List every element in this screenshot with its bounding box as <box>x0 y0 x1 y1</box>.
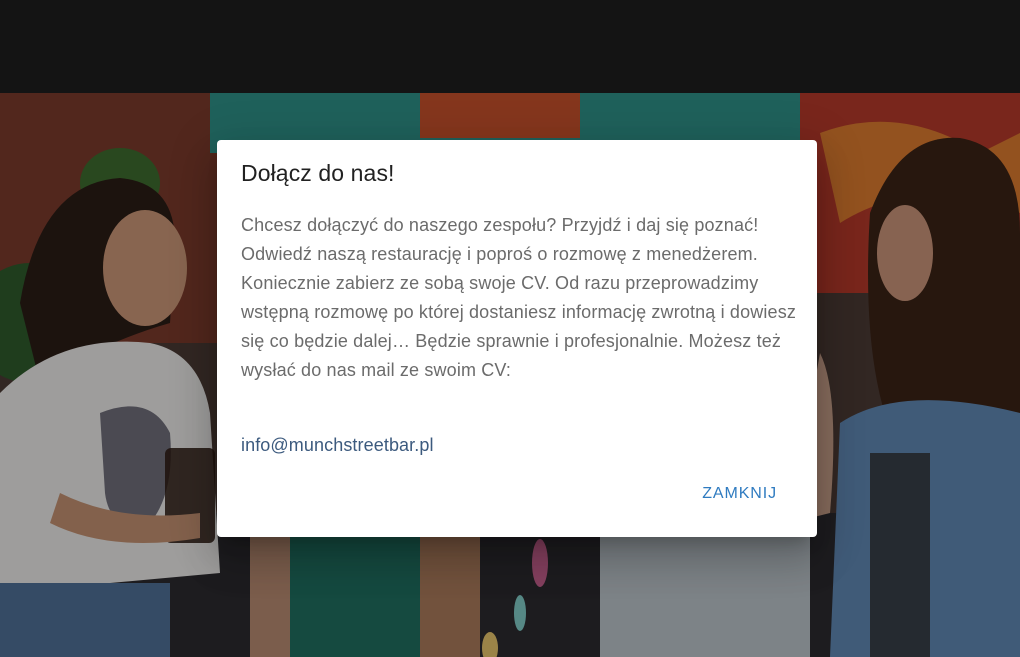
join-us-dialog: Dołącz do nas! Chcesz dołączyć do naszeg… <box>217 140 817 537</box>
dialog-title: Dołącz do nas! <box>241 160 395 186</box>
email-link[interactable]: info@munchstreetbar.pl <box>241 432 434 458</box>
dialog-actions: ZAMKNIJ <box>686 479 793 509</box>
top-header-bar <box>0 0 1020 93</box>
close-button[interactable]: ZAMKNIJ <box>686 479 793 509</box>
dialog-body-text: Chcesz dołączyć do naszego zespołu? Przy… <box>241 215 796 380</box>
